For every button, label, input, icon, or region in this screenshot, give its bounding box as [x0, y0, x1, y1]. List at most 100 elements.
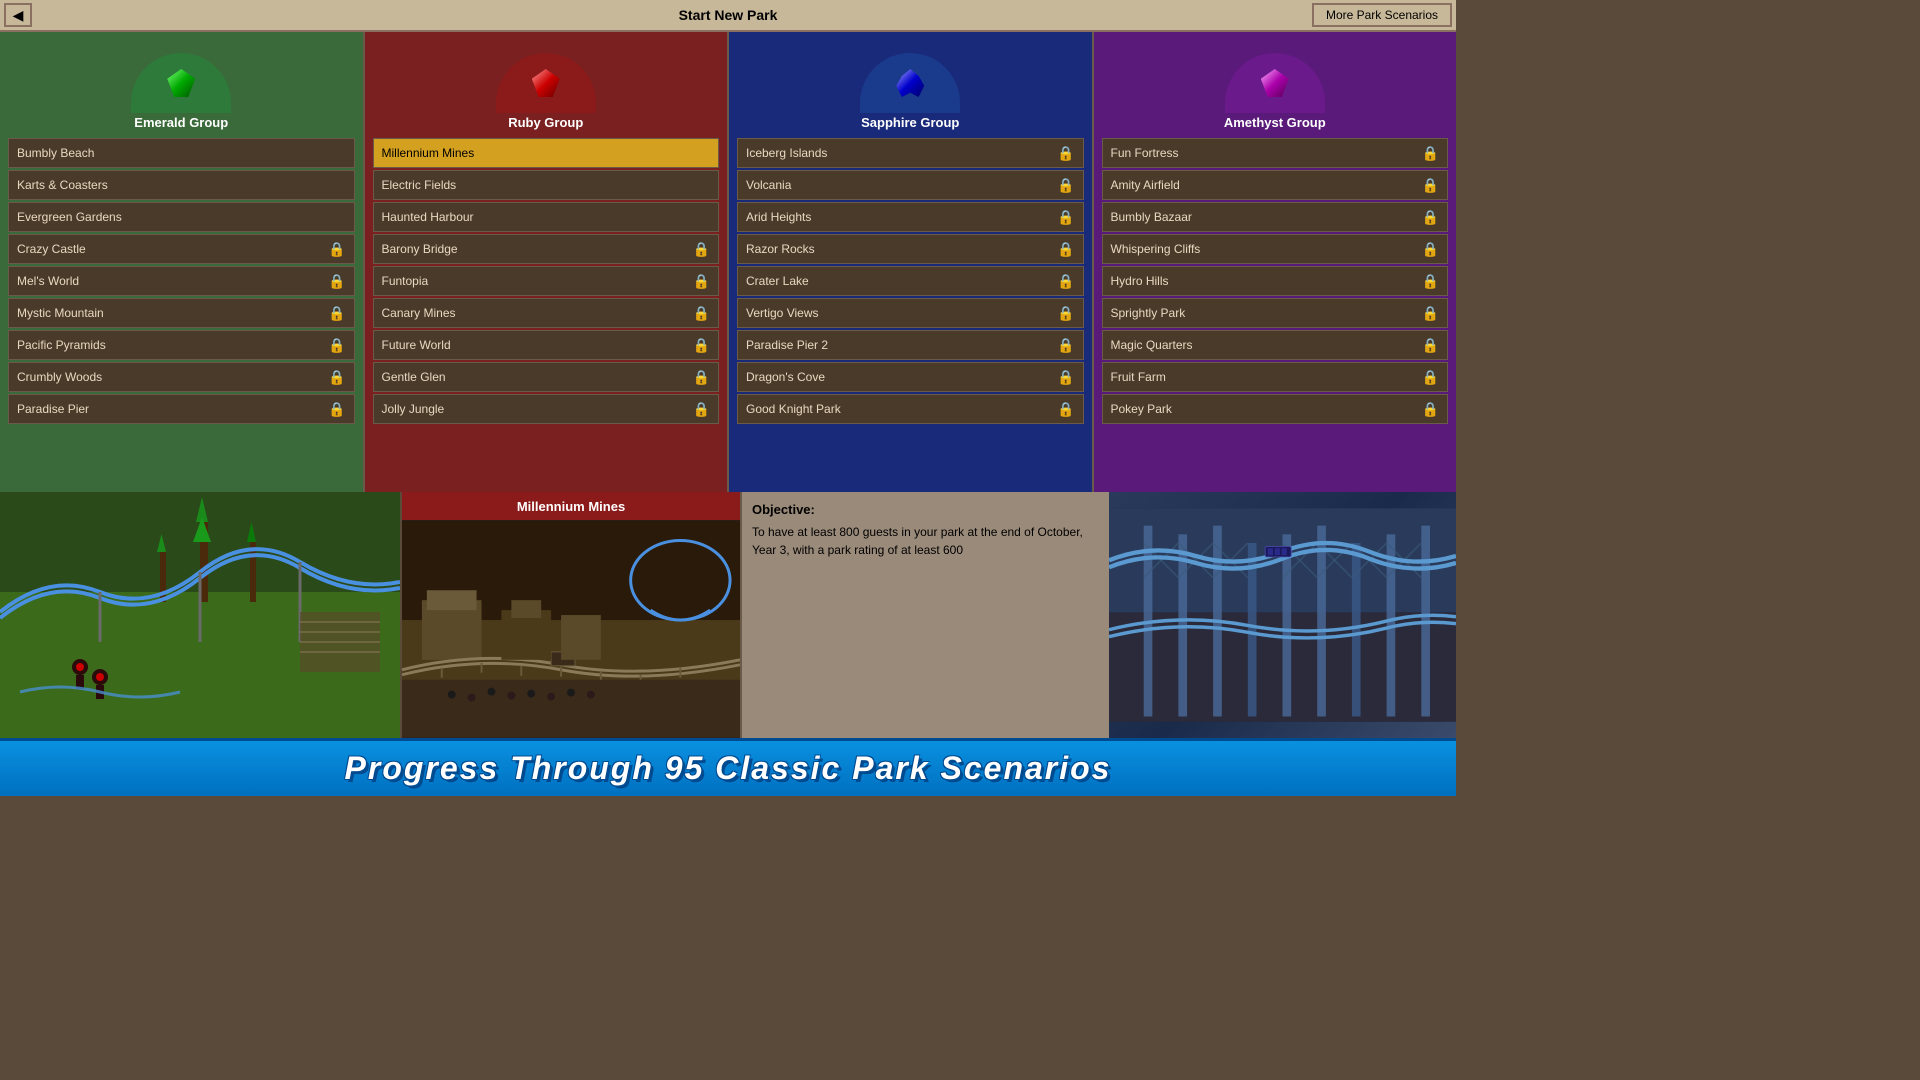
left-screenshot [0, 492, 400, 738]
mine-preview-svg [402, 520, 740, 738]
sapphire-gem-icon [896, 69, 924, 97]
scenario-item-crater-lake[interactable]: Crater Lake🔒 [737, 266, 1084, 296]
lock-icon: 🔒 [693, 305, 710, 322]
scenario-item-paradise-pier[interactable]: Paradise Pier🔒 [8, 394, 355, 424]
scenario-item-barony-bridge[interactable]: Barony Bridge🔒 [373, 234, 720, 264]
lock-icon: 🔒 [1422, 369, 1439, 386]
scenario-item-razor-rocks[interactable]: Razor Rocks🔒 [737, 234, 1084, 264]
ruby-arch [496, 53, 596, 113]
lock-icon: 🔒 [1422, 273, 1439, 290]
scenario-item-arid-heights[interactable]: Arid Heights🔒 [737, 202, 1084, 232]
scenario-item-amity-airfield[interactable]: Amity Airfield🔒 [1102, 170, 1449, 200]
lock-icon: 🔒 [328, 337, 345, 354]
emerald-gem-icon [167, 69, 195, 97]
scenario-item-mystic-mountain[interactable]: Mystic Mountain🔒 [8, 298, 355, 328]
scenario-item-karts---coasters[interactable]: Karts & Coasters [8, 170, 355, 200]
scenario-item-sprightly-park[interactable]: Sprightly Park🔒 [1102, 298, 1449, 328]
scenario-item-hydro-hills[interactable]: Hydro Hills🔒 [1102, 266, 1449, 296]
more-scenarios-button[interactable]: More Park Scenarios [1312, 3, 1452, 27]
preview-image [402, 520, 740, 738]
scenario-item-fruit-farm[interactable]: Fruit Farm🔒 [1102, 362, 1449, 392]
sapphire-group-name: Sapphire Group [861, 115, 959, 130]
group-header-ruby: Ruby Group [373, 40, 720, 130]
groups-container: Emerald Group Bumbly BeachKarts & Coaste… [0, 32, 1456, 492]
scenario-item-evergreen-gardens[interactable]: Evergreen Gardens [8, 202, 355, 232]
lock-icon: 🔒 [1057, 241, 1074, 258]
scenario-item-millennium-mines[interactable]: Millennium Mines [373, 138, 720, 168]
scenario-item-pokey-park[interactable]: Pokey Park🔒 [1102, 394, 1449, 424]
coaster-scene-svg [1109, 492, 1456, 738]
ruby-gem-icon [532, 69, 560, 97]
scenario-item-good-knight-park[interactable]: Good Knight Park🔒 [737, 394, 1084, 424]
lock-icon: 🔒 [328, 305, 345, 322]
emerald-arch [131, 53, 231, 113]
lock-icon: 🔒 [1422, 337, 1439, 354]
group-panel-sapphire: Sapphire Group Iceberg Islands🔒Volcania🔒… [729, 32, 1094, 492]
scenario-item-magic-quarters[interactable]: Magic Quarters🔒 [1102, 330, 1449, 360]
lock-icon: 🔒 [693, 369, 710, 386]
lock-icon: 🔒 [328, 369, 345, 386]
scenario-item-fun-fortress[interactable]: Fun Fortress🔒 [1102, 138, 1449, 168]
scenario-item-electric-fields[interactable]: Electric Fields [373, 170, 720, 200]
scenario-item-whispering-cliffs[interactable]: Whispering Cliffs🔒 [1102, 234, 1449, 264]
lock-icon: 🔒 [1422, 241, 1439, 258]
sapphire-scenario-list: Iceberg Islands🔒Volcania🔒Arid Heights🔒Ra… [737, 138, 1084, 424]
park-scene-visual [0, 492, 400, 738]
scenario-item-pacific-pyramids[interactable]: Pacific Pyramids🔒 [8, 330, 355, 360]
lock-icon: 🔒 [1422, 209, 1439, 226]
lock-icon: 🔒 [1057, 273, 1074, 290]
group-panel-ruby: Ruby Group Millennium MinesElectric Fiel… [365, 32, 730, 492]
lock-icon: 🔒 [1057, 177, 1074, 194]
amethyst-group-name: Amethyst Group [1224, 115, 1326, 130]
scenario-item-funtopia[interactable]: Funtopia🔒 [373, 266, 720, 296]
objective-title: Objective: [752, 502, 1099, 517]
scenario-item-canary-mines[interactable]: Canary Mines🔒 [373, 298, 720, 328]
emerald-scenario-list: Bumbly BeachKarts & CoastersEvergreen Ga… [8, 138, 355, 424]
scenario-item-crazy-castle[interactable]: Crazy Castle🔒 [8, 234, 355, 264]
lock-icon: 🔒 [328, 401, 345, 418]
lock-icon: 🔒 [1057, 401, 1074, 418]
scenario-item-paradise-pier-2[interactable]: Paradise Pier 2🔒 [737, 330, 1084, 360]
amethyst-gem-icon [1261, 69, 1289, 97]
park-scene-svg [0, 492, 400, 738]
bottom-banner: Progress Through 95 Classic Park Scenari… [0, 738, 1456, 796]
objective-panel: Objective: To have at least 800 guests i… [740, 492, 1109, 738]
lock-icon: 🔒 [1057, 209, 1074, 226]
group-panel-amethyst: Amethyst Group Fun Fortress🔒Amity Airfie… [1094, 32, 1457, 492]
group-panel-emerald: Emerald Group Bumbly BeachKarts & Coaste… [0, 32, 365, 492]
preview-panel: Millennium Mines [400, 492, 740, 738]
scenario-item-haunted-harbour[interactable]: Haunted Harbour [373, 202, 720, 232]
lock-icon: 🔒 [1057, 337, 1074, 354]
scenario-item-dragon-s-cove[interactable]: Dragon's Cove🔒 [737, 362, 1084, 392]
lock-icon: 🔒 [693, 401, 710, 418]
scenario-item-future-world[interactable]: Future World🔒 [373, 330, 720, 360]
scenario-item-jolly-jungle[interactable]: Jolly Jungle🔒 [373, 394, 720, 424]
lock-icon: 🔒 [328, 273, 345, 290]
lock-icon: 🔒 [1057, 305, 1074, 322]
lock-icon: 🔒 [693, 337, 710, 354]
lock-icon: 🔒 [693, 273, 710, 290]
amethyst-arch [1225, 53, 1325, 113]
scenario-item-bumbly-beach[interactable]: Bumbly Beach [8, 138, 355, 168]
group-header-sapphire: Sapphire Group [737, 40, 1084, 130]
sapphire-arch [860, 53, 960, 113]
emerald-group-name: Emerald Group [134, 115, 228, 130]
right-screenshot [1109, 492, 1456, 738]
lock-icon: 🔒 [1057, 369, 1074, 386]
lock-icon: 🔒 [328, 241, 345, 258]
lock-icon: 🔒 [1422, 401, 1439, 418]
scenario-item-mel-s-world[interactable]: Mel's World🔒 [8, 266, 355, 296]
scenario-item-vertigo-views[interactable]: Vertigo Views🔒 [737, 298, 1084, 328]
title-bar: ◀ Start New Park More Park Scenarios [0, 0, 1456, 32]
preview-title: Millennium Mines [402, 492, 740, 520]
scenario-item-bumbly-bazaar[interactable]: Bumbly Bazaar🔒 [1102, 202, 1449, 232]
scenario-item-iceberg-islands[interactable]: Iceberg Islands🔒 [737, 138, 1084, 168]
lock-icon: 🔒 [1422, 177, 1439, 194]
lock-icon: 🔒 [1057, 145, 1074, 162]
scenario-item-crumbly-woods[interactable]: Crumbly Woods🔒 [8, 362, 355, 392]
back-button[interactable]: ◀ [4, 3, 32, 27]
scenario-item-volcania[interactable]: Volcania🔒 [737, 170, 1084, 200]
group-header-emerald: Emerald Group [8, 40, 355, 130]
lock-icon: 🔒 [693, 241, 710, 258]
scenario-item-gentle-glen[interactable]: Gentle Glen🔒 [373, 362, 720, 392]
